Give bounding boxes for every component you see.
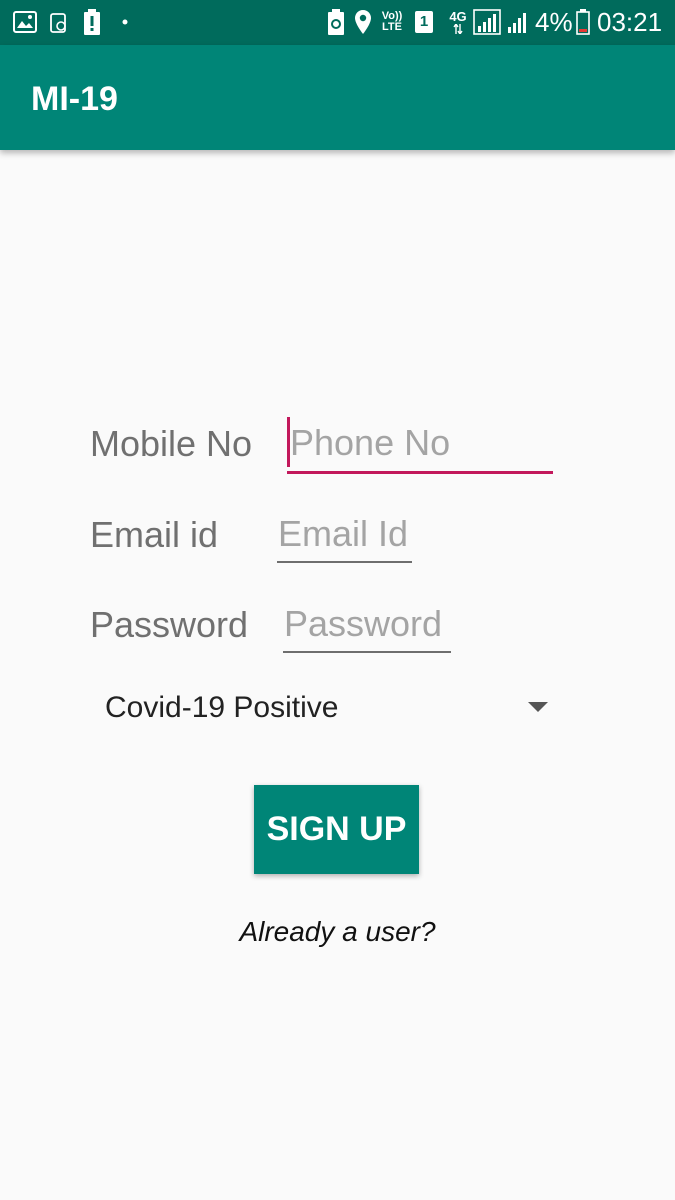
phone-input[interactable] [290, 418, 552, 468]
dot-icon [121, 8, 129, 36]
network-label: 4G [449, 9, 467, 24]
covid-status-dropdown[interactable]: Covid-19 Positive [90, 680, 560, 736]
status-bar: Vo)) LTE 1 4G 4% 03:21 [0, 0, 675, 45]
already-user-link[interactable]: Already a user? [0, 912, 675, 952]
app-title: MI-19 [31, 80, 118, 118]
password-label: Password [90, 604, 249, 645]
mobile-label: Mobile No [90, 423, 253, 464]
location-pin-icon [352, 8, 374, 36]
password-input-underline [283, 651, 451, 653]
image-icon [12, 8, 38, 36]
data-4g-icon: 4G [446, 8, 470, 36]
app-bar: MI-19 [0, 45, 675, 150]
covid-status-value: Covid-19 Positive [105, 691, 339, 724]
recycle-tray-icon [48, 8, 70, 36]
email-input[interactable] [278, 509, 418, 559]
clock: 03:21 [597, 7, 663, 37]
phone-input-underline [287, 471, 553, 474]
text-cursor [287, 417, 290, 467]
volte-label: Vo)) LTE [381, 10, 403, 33]
volte-icon: Vo)) LTE [378, 8, 406, 36]
password-input[interactable] [284, 599, 454, 649]
sim-1-icon: 1 [414, 8, 434, 36]
email-label: Email id [90, 514, 219, 555]
dropdown-arrow-icon [528, 702, 548, 712]
email-input-underline [277, 561, 412, 563]
signup-button[interactable]: SIGN UP [254, 785, 419, 874]
sim-1-label: 1 [415, 11, 433, 33]
signal-strength-2-icon [506, 8, 530, 36]
battery-icon [575, 8, 591, 36]
signal-strength-icon [472, 8, 502, 36]
battery-alert-icon [82, 8, 102, 36]
battery-percent: 4% [535, 7, 573, 37]
battery-saver-icon [326, 8, 346, 36]
